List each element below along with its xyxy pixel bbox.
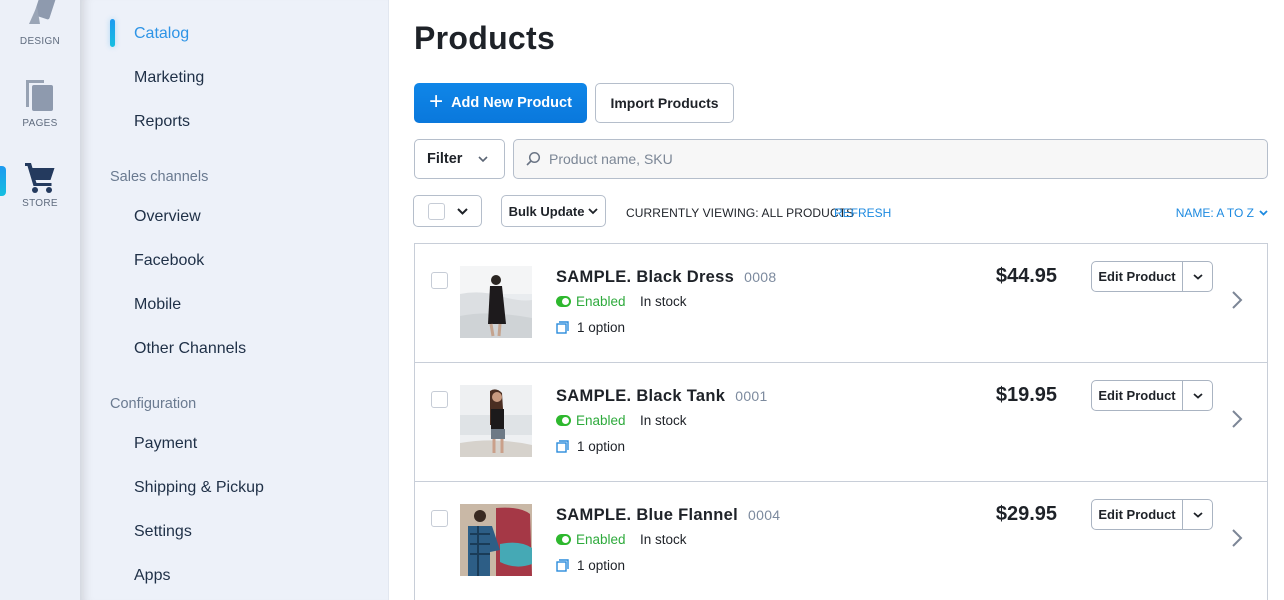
sidebar-item-marketing[interactable]: Marketing xyxy=(134,69,204,87)
edit-product-button[interactable]: Edit Product xyxy=(1092,262,1183,291)
chevron-down-icon xyxy=(1192,273,1203,280)
product-thumbnail xyxy=(460,504,532,576)
bulk-update-dropdown[interactable]: Bulk Update xyxy=(501,195,606,227)
cart-icon xyxy=(25,163,55,193)
options-icon xyxy=(556,440,569,453)
sort-dropdown[interactable]: NAME: A TO Z xyxy=(1176,206,1268,220)
store-sidebar: Catalog Marketing Reports Sales channels… xyxy=(80,0,389,600)
options-count: 1 option xyxy=(556,320,625,335)
rail-item-pages[interactable]: PAGES xyxy=(0,78,80,129)
chevron-down-icon xyxy=(1192,511,1203,518)
status-badge: Enabled xyxy=(556,413,626,428)
product-row[interactable]: SAMPLE. Black Dress 0008 Enabled In stock… xyxy=(415,244,1267,363)
refresh-link[interactable]: REFRESH xyxy=(834,206,891,220)
plus-icon: + xyxy=(429,88,444,115)
edit-product-menu-toggle[interactable] xyxy=(1183,500,1212,529)
product-price: $19.95 xyxy=(995,384,1057,406)
product-sku: 0008 xyxy=(744,269,777,285)
sidebar-group-configuration: Configuration xyxy=(110,396,197,412)
chevron-down-icon xyxy=(457,207,468,215)
sidebar-item-payment[interactable]: Payment xyxy=(134,435,197,453)
sidebar-item-shipping-pickup[interactable]: Shipping & Pickup xyxy=(134,479,264,497)
product-sku: 0001 xyxy=(735,388,768,404)
products-page: Products + Add New Product Import Produc… xyxy=(390,0,1284,600)
options-count: 1 option xyxy=(556,558,625,573)
search-field[interactable] xyxy=(513,139,1268,179)
edit-product-button[interactable]: Edit Product xyxy=(1092,381,1183,410)
filter-dropdown[interactable]: Filter xyxy=(414,139,505,179)
sidebar-active-indicator xyxy=(110,19,115,47)
sidebar-item-catalog[interactable]: Catalog xyxy=(134,25,189,43)
edit-product-split-button: Edit Product xyxy=(1091,380,1213,411)
edit-product-menu-toggle[interactable] xyxy=(1183,262,1212,291)
search-input[interactable] xyxy=(549,151,1229,167)
sidebar-item-mobile[interactable]: Mobile xyxy=(134,296,181,314)
import-products-button[interactable]: Import Products xyxy=(595,83,734,123)
filter-label: Filter xyxy=(427,151,463,167)
sidebar-item-reports[interactable]: Reports xyxy=(134,113,190,131)
sidebar-item-overview[interactable]: Overview xyxy=(134,208,201,226)
pages-icon xyxy=(26,80,53,111)
stock-status: In stock xyxy=(640,413,687,428)
enabled-toggle-icon xyxy=(556,415,571,426)
stock-status: In stock xyxy=(640,532,687,547)
options-icon xyxy=(556,559,569,572)
stock-status: In stock xyxy=(640,294,687,309)
chevron-down-icon xyxy=(588,207,599,214)
rail-label: PAGES xyxy=(22,118,58,129)
add-new-product-label: Add New Product xyxy=(451,95,572,111)
sidebar-group-sales-channels: Sales channels xyxy=(110,169,209,185)
product-price: $44.95 xyxy=(995,265,1057,287)
chevron-right-icon[interactable] xyxy=(1231,528,1243,548)
rail-item-store[interactable]: STORE xyxy=(0,160,80,209)
chevron-right-icon[interactable] xyxy=(1231,409,1243,429)
edit-product-menu-toggle[interactable] xyxy=(1183,381,1212,410)
design-icon xyxy=(29,0,56,24)
row-checkbox[interactable] xyxy=(431,510,448,527)
page-title: Products xyxy=(414,20,556,56)
product-price: $29.95 xyxy=(995,503,1057,525)
product-sku: 0004 xyxy=(748,507,781,523)
options-count: 1 option xyxy=(556,439,625,454)
product-list: SAMPLE. Black Dress 0008 Enabled In stock… xyxy=(414,243,1268,600)
product-row[interactable]: SAMPLE. Blue Flannel 0004 Enabled In stoc… xyxy=(415,482,1267,600)
icon-rail: DESIGN PAGES STORE xyxy=(0,0,80,600)
add-new-product-button[interactable]: + Add New Product xyxy=(414,83,587,123)
row-checkbox[interactable] xyxy=(431,272,448,289)
edit-product-button[interactable]: Edit Product xyxy=(1092,500,1183,529)
select-all-dropdown[interactable] xyxy=(413,195,482,227)
bulk-update-label: Bulk Update xyxy=(508,203,585,219)
sort-label: NAME: A TO Z xyxy=(1175,206,1254,220)
enabled-toggle-icon xyxy=(556,534,571,545)
product-thumbnail xyxy=(460,266,532,338)
options-icon xyxy=(556,321,569,334)
product-name[interactable]: SAMPLE. Black Dress 0008 xyxy=(556,268,776,287)
chevron-down-icon xyxy=(1259,210,1268,216)
product-row[interactable]: SAMPLE. Black Tank 0001 Enabled In stock … xyxy=(415,363,1267,482)
edit-product-split-button: Edit Product xyxy=(1091,261,1213,292)
product-name[interactable]: SAMPLE. Black Tank 0001 xyxy=(556,387,768,406)
product-name[interactable]: SAMPLE. Blue Flannel 0004 xyxy=(556,506,780,525)
edit-product-split-button: Edit Product xyxy=(1091,499,1213,530)
sidebar-item-other-channels[interactable]: Other Channels xyxy=(134,340,246,358)
row-checkbox[interactable] xyxy=(431,391,448,408)
rail-label: DESIGN xyxy=(19,36,61,47)
chevron-right-icon[interactable] xyxy=(1231,290,1243,310)
status-badge: Enabled xyxy=(556,532,626,547)
chevron-down-icon xyxy=(1192,392,1203,399)
currently-viewing-text: CURRENTLY VIEWING: ALL PRODUCTS xyxy=(626,206,855,220)
enabled-toggle-icon xyxy=(556,296,571,307)
search-icon xyxy=(526,151,541,166)
rail-label: STORE xyxy=(22,198,58,209)
status-badge: Enabled xyxy=(556,294,626,309)
sidebar-item-facebook[interactable]: Facebook xyxy=(134,252,204,270)
rail-item-design[interactable]: DESIGN xyxy=(0,0,80,47)
chevron-down-icon xyxy=(478,155,489,162)
sidebar-item-settings[interactable]: Settings xyxy=(134,523,192,541)
sidebar-item-apps[interactable]: Apps xyxy=(134,567,170,585)
product-thumbnail xyxy=(460,385,532,457)
select-all-checkbox[interactable] xyxy=(428,202,445,220)
